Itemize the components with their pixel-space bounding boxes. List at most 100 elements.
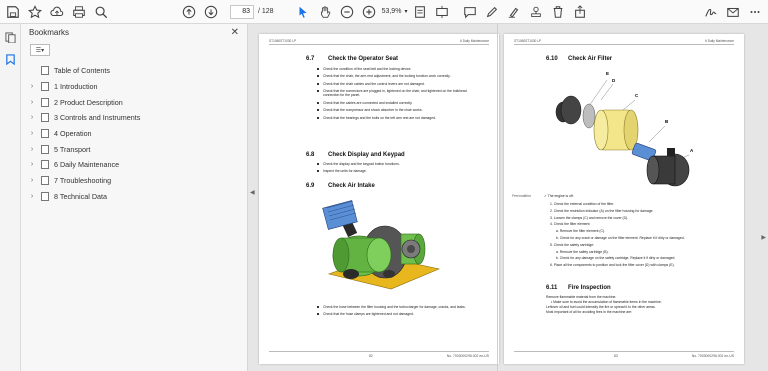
page-number-input[interactable]: 83 bbox=[230, 4, 254, 19]
header-right: 6 Daily Maintenance bbox=[705, 39, 734, 43]
figure-label-b: B bbox=[665, 119, 669, 124]
bookmark-page-icon bbox=[41, 129, 49, 139]
chevron-right-icon[interactable]: › bbox=[27, 193, 37, 200]
chevron-right-icon[interactable]: › bbox=[27, 83, 37, 90]
toolbar: 83 / 128 53,9% ▾ bbox=[0, 0, 768, 24]
bookmark-page-icon bbox=[41, 176, 49, 186]
chevron-right-icon[interactable]: › bbox=[27, 99, 37, 106]
section-6-9-list: Check the hose between the filter housin… bbox=[317, 305, 467, 320]
bookmark-item[interactable]: › 3 Controls and Instruments bbox=[21, 110, 247, 126]
bookmark-label: 1 Introduction bbox=[54, 82, 98, 92]
section-number: 6.11 bbox=[546, 285, 558, 291]
collapse-panel-icon[interactable]: ◀ bbox=[250, 189, 255, 196]
text-line: 3. Loosen the clamps (C) and remove the … bbox=[550, 215, 629, 220]
page-layout-icon[interactable] bbox=[409, 1, 431, 23]
save-icon[interactable] bbox=[2, 1, 24, 23]
trash-icon[interactable] bbox=[547, 1, 569, 23]
expand-panel-icon[interactable]: ▶ bbox=[761, 234, 766, 241]
section-6-7-list: Check the condition of the seat belt and… bbox=[317, 67, 467, 123]
bookmark-label: 7 Troubleshooting bbox=[54, 176, 112, 186]
page-header: ST1060ST1030 LP 6 Daily Maintenance bbox=[514, 39, 734, 45]
bookmark-star-icon[interactable] bbox=[24, 1, 46, 23]
bookmark-item[interactable]: › 6 Daily Maintenance bbox=[21, 157, 247, 173]
text-line: b. Check for any crack or damage on the … bbox=[556, 235, 685, 240]
list-item: Check that the chair cables and the cont… bbox=[317, 82, 467, 86]
list-item-text: Inspect the units for damage. bbox=[323, 169, 367, 174]
bookmark-label: 5 Transport bbox=[54, 144, 91, 154]
text-line: 1. Check the external condition of the f… bbox=[550, 202, 615, 206]
hand-tool-icon[interactable] bbox=[314, 1, 336, 23]
bullet-icon bbox=[317, 116, 319, 119]
more-options-icon[interactable] bbox=[744, 1, 766, 23]
list-item-text: Check that the chair, the arm rest adjus… bbox=[323, 74, 451, 79]
list-item: Check that the hose clamps are tightened… bbox=[317, 312, 467, 316]
bookmarks-panel: Bookmarks ✕ ☰▾ Table of Contents › 1 Intro… bbox=[21, 24, 248, 371]
text-line: a. Remove the filter element (C). bbox=[556, 229, 605, 234]
bookmark-item[interactable]: › 1 Introduction bbox=[21, 79, 247, 95]
text-line: 2. Check the restriction indicator (A) o… bbox=[550, 208, 654, 213]
bookmark-item[interactable]: › 2 Product Description bbox=[21, 94, 247, 110]
bookmark-label: 6 Daily Maintenance bbox=[54, 160, 120, 170]
list-item: Check that the cables are connected and … bbox=[317, 101, 467, 105]
section-title: Check the Operator Seat bbox=[328, 56, 399, 62]
bookmark-options-button[interactable]: ☰▾ bbox=[30, 44, 50, 56]
bullet-icon bbox=[317, 306, 319, 308]
print-icon[interactable] bbox=[68, 1, 90, 23]
bookmark-page-icon bbox=[41, 97, 49, 107]
chevron-right-icon[interactable]: › bbox=[27, 161, 37, 168]
cloud-upload-icon[interactable] bbox=[46, 1, 68, 23]
navigation-rail bbox=[0, 24, 21, 371]
previous-page-icon[interactable] bbox=[178, 1, 200, 23]
bookmark-page-icon bbox=[41, 113, 49, 123]
chevron-right-icon[interactable]: › bbox=[27, 114, 37, 121]
select-cursor-icon[interactable] bbox=[292, 1, 314, 23]
page-divider bbox=[497, 24, 498, 371]
section-6-8-list: Check the display and the keypad button … bbox=[317, 162, 467, 177]
bookmark-icon[interactable] bbox=[0, 48, 21, 70]
close-icon[interactable]: ✕ bbox=[231, 27, 239, 38]
chevron-right-icon[interactable]: › bbox=[27, 146, 37, 153]
comment-icon[interactable] bbox=[459, 1, 481, 23]
chevron-down-icon: ▾ bbox=[404, 9, 408, 15]
list-item-text: Check that the bearings and the bolts on… bbox=[323, 115, 436, 120]
highlight-icon[interactable] bbox=[503, 1, 525, 23]
panel-header: Bookmarks ✕ bbox=[21, 24, 247, 41]
text-line: b. Check for any damage on the safety ca… bbox=[556, 256, 676, 261]
list-item-text: Check the display and the keypad button … bbox=[323, 162, 400, 166]
panel-toolbar: ☰▾ bbox=[21, 41, 247, 59]
footer-page-number: 83 bbox=[614, 354, 618, 358]
search-icon[interactable] bbox=[90, 1, 112, 23]
zoom-dropdown[interactable]: 53,9% ▾ bbox=[382, 8, 408, 15]
pen-icon[interactable] bbox=[481, 1, 503, 23]
page-footer: 83 No. 7003000296.002 en-US bbox=[514, 351, 734, 358]
bookmark-label: 4 Operation bbox=[54, 129, 92, 139]
zoom-in-icon[interactable] bbox=[358, 1, 380, 23]
scroll-mode-icon[interactable] bbox=[431, 1, 453, 23]
zoom-out-icon[interactable] bbox=[336, 1, 358, 23]
next-page-icon[interactable] bbox=[200, 1, 222, 23]
list-item-text: Check that the hose clamps are tightened… bbox=[323, 312, 414, 317]
bookmark-item[interactable]: › 7 Troubleshooting bbox=[21, 173, 247, 189]
section-title: Check Air Intake bbox=[328, 183, 375, 189]
pages-thumbnail-icon[interactable] bbox=[0, 26, 21, 48]
list-item: Check the hose between the filter housin… bbox=[317, 305, 467, 309]
text-line: 5. Check the safety cartridge: bbox=[550, 242, 595, 247]
section-heading-6-11: 6.11 Fire Inspection bbox=[546, 285, 611, 291]
share-icon[interactable] bbox=[569, 1, 591, 23]
footer-doc-number: No. 7003000296.002 en-US bbox=[446, 354, 489, 358]
precondition-text: ✓ The engine is off. bbox=[544, 194, 574, 198]
list-item-text: Check that the connectors are plugged in… bbox=[323, 89, 467, 98]
chevron-right-icon[interactable]: › bbox=[27, 130, 37, 137]
mail-icon[interactable] bbox=[722, 1, 744, 23]
stamp-icon[interactable] bbox=[525, 1, 547, 23]
bullet-icon bbox=[317, 313, 319, 316]
bookmark-label: 8 Technical Data bbox=[54, 191, 108, 201]
bullet-icon bbox=[317, 101, 319, 104]
signature-icon[interactable] bbox=[700, 1, 722, 23]
footer-doc-number: No. 7003000296.002 en-US bbox=[691, 354, 734, 358]
bookmark-item[interactable]: › 8 Technical Data bbox=[21, 189, 247, 205]
bookmark-item[interactable]: › 4 Operation bbox=[21, 126, 247, 142]
bookmark-item[interactable]: Table of Contents bbox=[21, 63, 247, 79]
chevron-right-icon[interactable]: › bbox=[27, 177, 37, 184]
bookmark-item[interactable]: › 5 Transport bbox=[21, 141, 247, 157]
